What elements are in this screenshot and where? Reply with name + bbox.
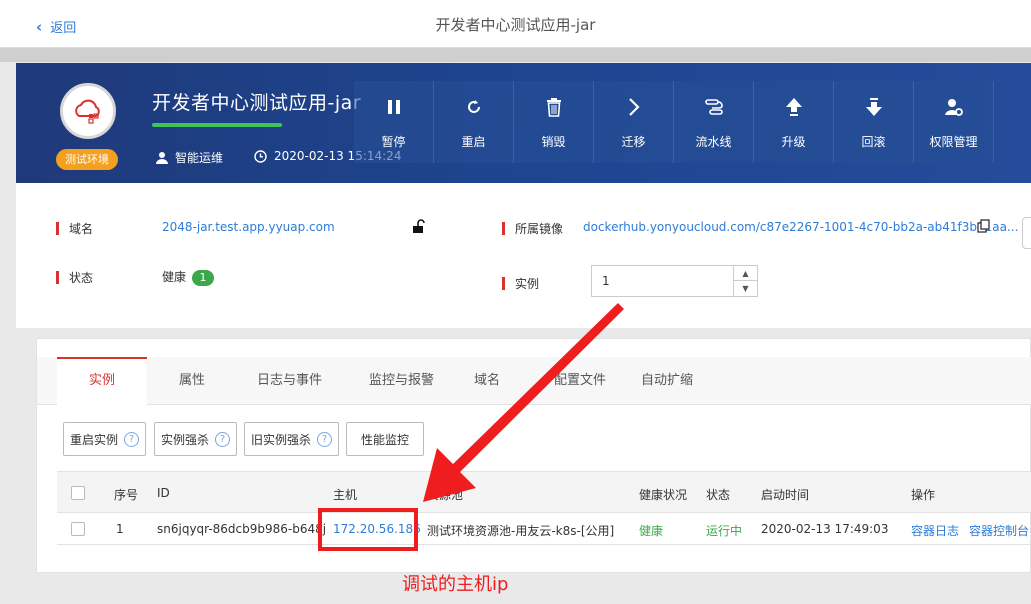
highlight-box [318,508,418,551]
annotation-arrow [423,303,624,502]
annotation-label: 调试的主机ip [402,574,509,595]
